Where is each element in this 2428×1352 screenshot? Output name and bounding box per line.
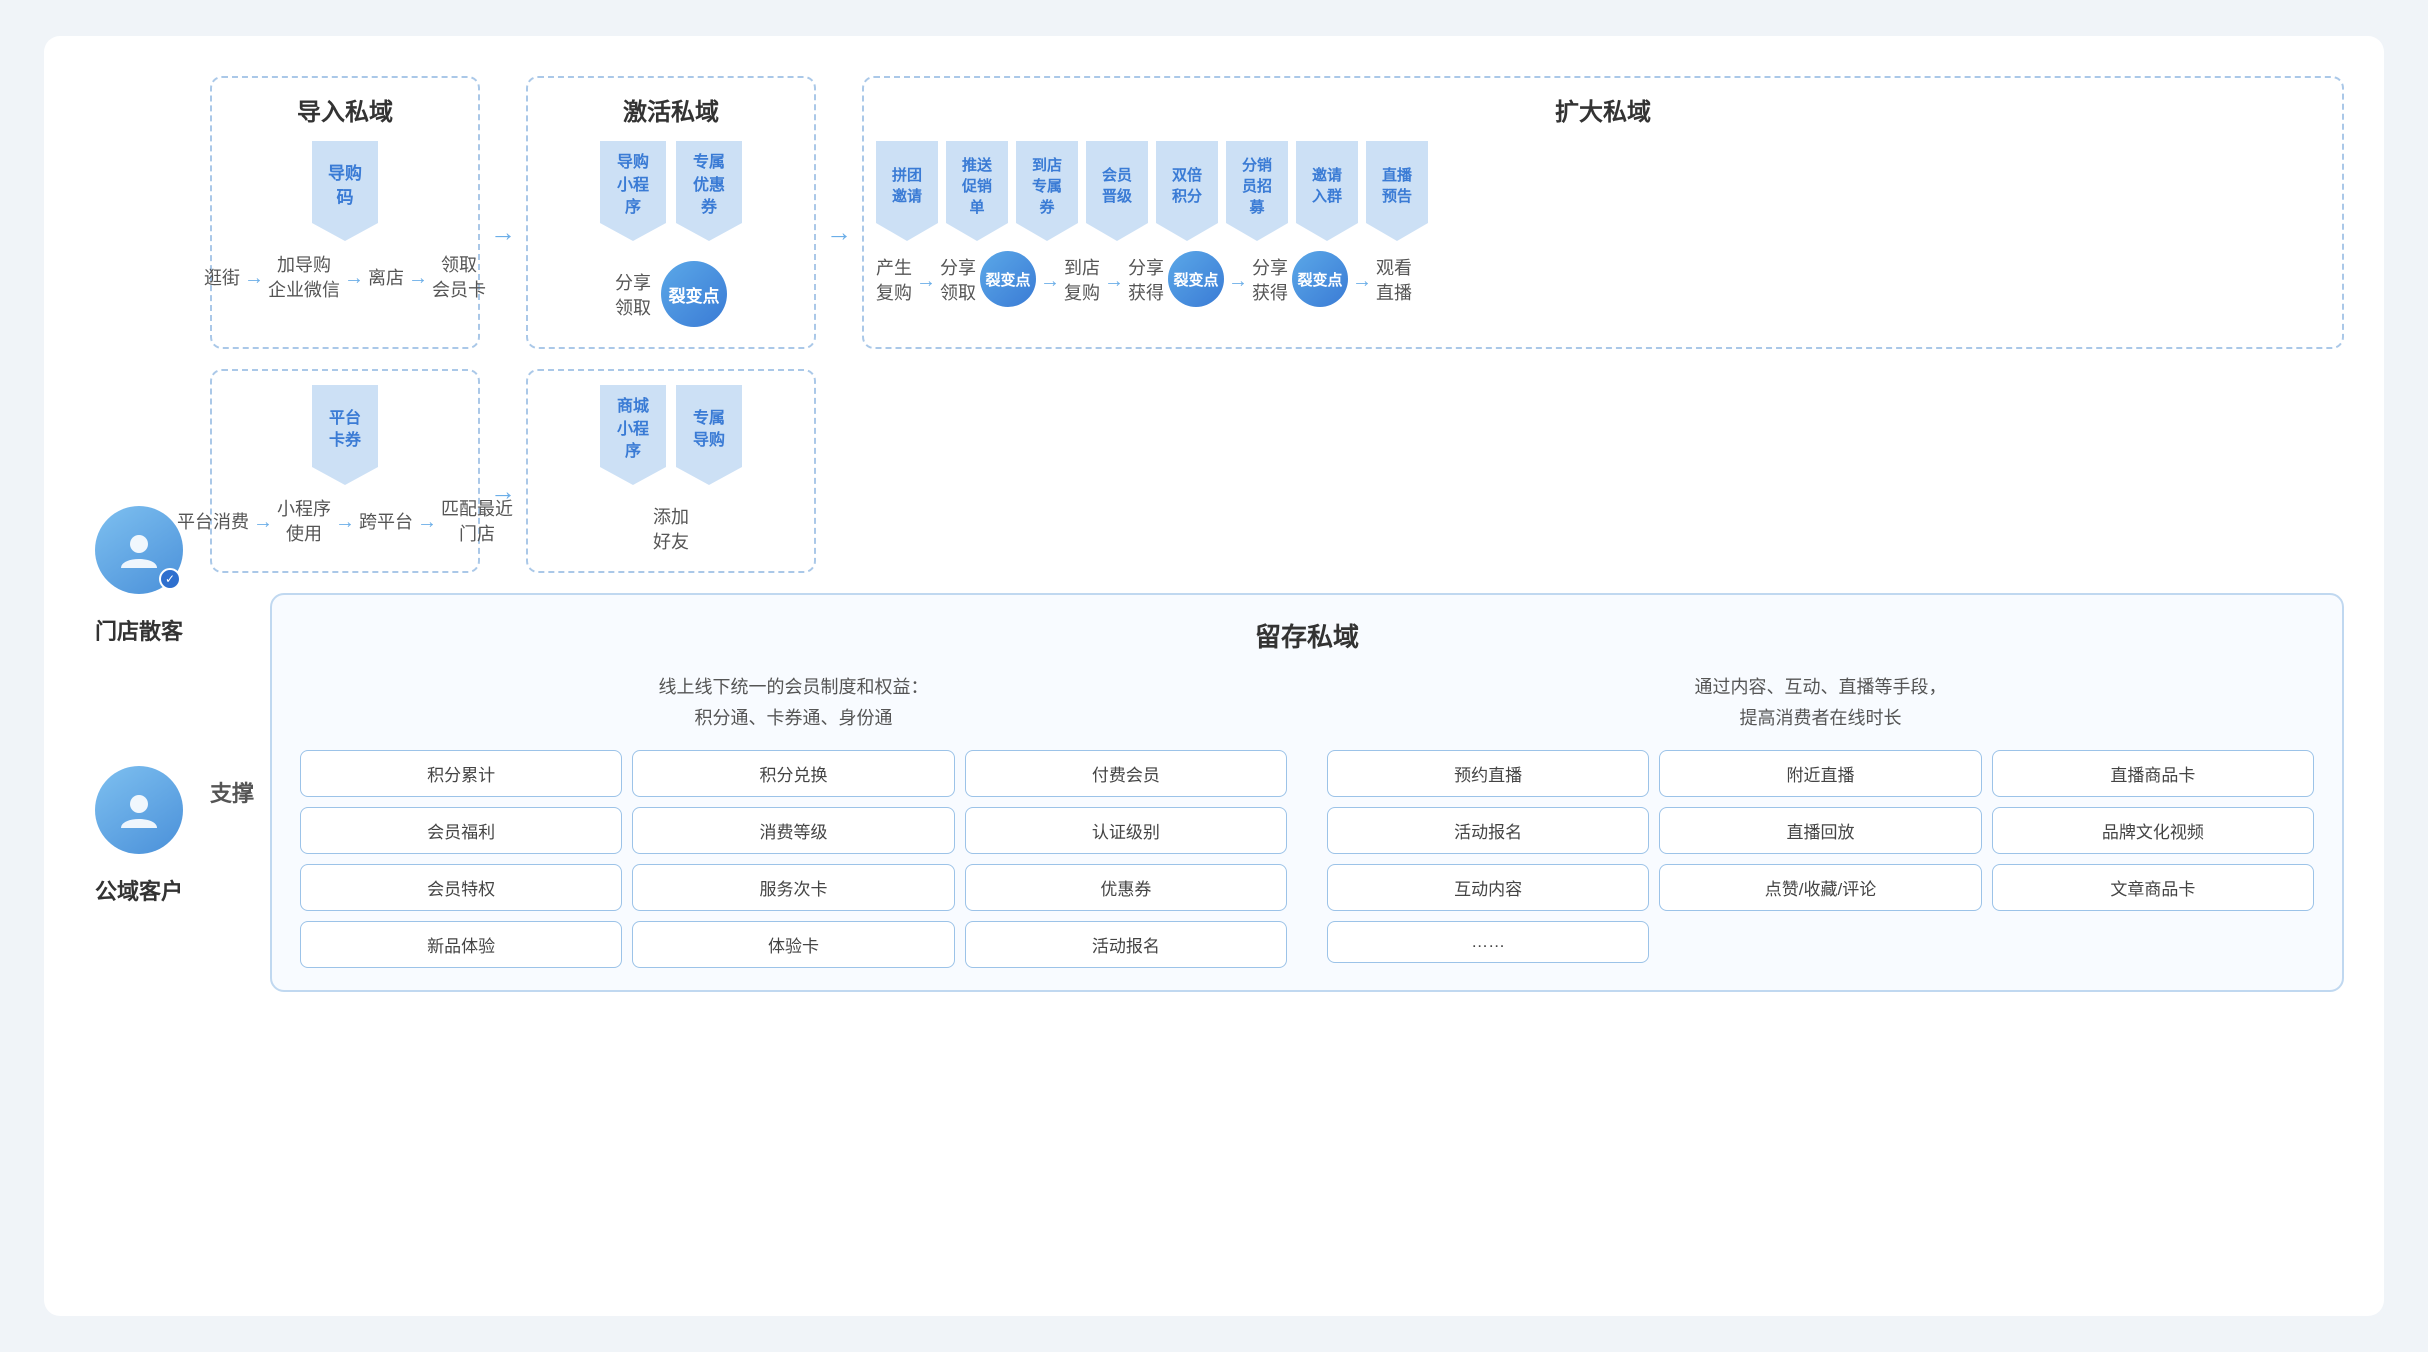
seg-kuoda: 扩大私域 拼团邀请 推送促销单 到店专属券 会员晋级 双倍积分 分销员招募 邀请… [862, 76, 2344, 349]
daoru-banner1: 导购码 [312, 141, 378, 241]
tag-xfeq: 消费等级 [632, 807, 954, 854]
jihua2-banners: 商城小程序 专属导购 [540, 385, 802, 485]
kuoda-b8: 直播预告 [1366, 141, 1428, 241]
content-area: 导入私域 导购码 逛街 → 加导购企业微信 → 离店 → 领取会员卡 [210, 76, 2344, 1276]
seg-daoru2: 平台卡券 平台消费 → 小程序使用 → 跨平台 → 匹配最近门店 [210, 369, 480, 573]
jihua-banner1: 导购小程序 [600, 141, 666, 241]
daoru-pre-step: 逛街 [204, 266, 240, 291]
tag-hdnr: 互动内容 [1327, 864, 1649, 911]
public-label: 公域客户 [95, 874, 183, 906]
tag-hdbm2: 活动报名 [1327, 807, 1649, 854]
public-avatar [95, 766, 183, 854]
tag-fufeihY: 付费会员 [965, 750, 1287, 797]
tag-hyfl: 会员福利 [300, 807, 622, 854]
daoru-title: 导入私域 [224, 92, 466, 127]
liucun-right-desc: 通过内容、互动、直播等手段，提高消费者在线时长 [1327, 672, 2314, 733]
daoru-step2: 离店 [368, 266, 404, 291]
kuoda-b3: 到店专属券 [1016, 141, 1078, 241]
public-avatar-block: 公域客户 [84, 766, 194, 906]
daoru-step3: 领取会员卡 [432, 253, 486, 303]
arrow-jihua-kuoda: → [826, 217, 852, 248]
tag-tyk: 体验卡 [632, 921, 954, 968]
tag-fwck: 服务次卡 [632, 864, 954, 911]
jihua2-banner2: 专属导购 [676, 385, 742, 485]
daoru2-steps: 平台消费 → 小程序使用 → 跨平台 → 匹配最近门店 [224, 497, 466, 547]
tag-jifenJH: 积分兑换 [632, 750, 954, 797]
arrow-lower-1: → [490, 476, 516, 507]
jihua-banners: 导购小程序 专属优惠券 [540, 141, 802, 241]
jihua-banner2: 专属优惠券 [676, 141, 742, 241]
tag-hytq: 会员特权 [300, 864, 622, 911]
seg-jihua: 激活私域 导购小程序 专属优惠券 分享领取 裂变点 [526, 76, 816, 349]
kuoda-title: 扩大私域 [876, 92, 2330, 127]
seg-daoru: 导入私域 导购码 逛街 → 加导购企业微信 → 离店 → 领取会员卡 [210, 76, 480, 349]
liucun-right: 通过内容、互动、直播等手段，提高消费者在线时长 预约直播 附近直播 直播商品卡 … [1327, 672, 2314, 967]
tag-wzspk: 文章商品卡 [1992, 864, 2314, 911]
daoru2-banners: 平台卡券 [224, 385, 466, 485]
liebian-1: 裂变点 [661, 261, 727, 327]
seg-jihua2: 商城小程序 专属导购 添加好友 [526, 369, 816, 573]
daoru-banners: 导购码 [224, 141, 466, 241]
liebian-4: 裂变点 [1292, 251, 1348, 307]
liucun-left: 线上线下统一的会员制度和权益：积分通、卡券通、身份通 积分累计 积分兑换 付费会… [300, 672, 1287, 967]
tag-fjzb: 附近直播 [1659, 750, 1981, 797]
liebian-3: 裂变点 [1168, 251, 1224, 307]
liucun-left-desc: 线上线下统一的会员制度和权益：积分通、卡券通、身份通 [300, 672, 1287, 733]
support-label: 支撑 [210, 776, 254, 808]
daoru-step1: 加导购企业微信 [268, 253, 340, 303]
lower-kuoda-placeholder [826, 369, 2344, 573]
kuoda-b7: 邀请入群 [1296, 141, 1358, 241]
avatar-column: ✓ 门店散客 公域客户 [84, 76, 194, 1276]
tag-dz: 点赞/收藏/评论 [1659, 864, 1981, 911]
store-avatar: ✓ [95, 506, 183, 594]
jihua-step3: 分享领取 [615, 271, 651, 321]
kuoda-b4: 会员晋级 [1086, 141, 1148, 241]
tag-ellipsis: …… [1327, 921, 1649, 963]
store-label: 门店散客 [95, 614, 183, 646]
tag-zbhf: 直播回放 [1659, 807, 1981, 854]
kuoda-b5: 双倍积分 [1156, 141, 1218, 241]
liucun-content: 线上线下统一的会员制度和权益：积分通、卡券通、身份通 积分累计 积分兑换 付费会… [300, 672, 2314, 967]
tag-yyzb: 预约直播 [1327, 750, 1649, 797]
kuoda-b2: 推送促销单 [946, 141, 1008, 241]
tag-yhq: 优惠券 [965, 864, 1287, 911]
liebian-2: 裂变点 [980, 251, 1036, 307]
tag-hdbm: 活动报名 [965, 921, 1287, 968]
kuoda-banners: 拼团邀请 推送促销单 到店专属券 会员晋级 双倍积分 分销员招募 邀请入群 直播… [876, 141, 2330, 241]
liucun-left-tags: 积分累计 积分兑换 付费会员 会员福利 消费等级 认证级别 会员特权 服务次卡 … [300, 750, 1287, 968]
kuoda-b1: 拼团邀请 [876, 141, 938, 241]
liucun-box: 留存私域 线上线下统一的会员制度和权益：积分通、卡券通、身份通 积分累计 积分兑… [270, 593, 2344, 991]
jihua-title: 激活私域 [540, 92, 802, 127]
liucun-right-tags: 预约直播 附近直播 直播商品卡 活动报名 直播回放 品牌文化视频 互动内容 点赞… [1327, 750, 2314, 963]
tag-jifenlj: 积分累计 [300, 750, 622, 797]
daoru-steps: 逛街 → 加导购企业微信 → 离店 → 领取会员卡 [224, 253, 466, 303]
arrow-daoru-jihua: → [490, 217, 516, 248]
kuoda-b6: 分销员招募 [1226, 141, 1288, 241]
store-badge: ✓ [159, 568, 181, 590]
daoru2-banner1: 平台卡券 [312, 385, 378, 485]
liucun-title: 留存私域 [300, 617, 2314, 654]
tag-xptryan: 新品体验 [300, 921, 622, 968]
tag-ppwhsp: 品牌文化视频 [1992, 807, 2314, 854]
jihua2-banner1: 商城小程序 [600, 385, 666, 485]
tag-zbspk: 直播商品卡 [1992, 750, 2314, 797]
tag-rzjb: 认证级别 [965, 807, 1287, 854]
